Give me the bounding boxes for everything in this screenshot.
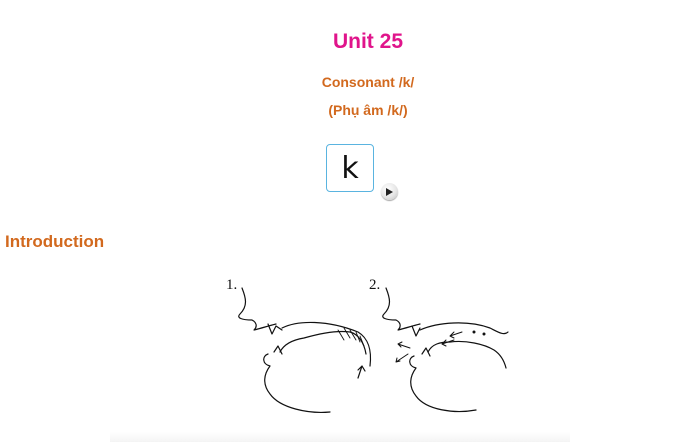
phoneme-symbol: k — [341, 150, 359, 186]
figure-2-mouth-diagram — [382, 287, 509, 413]
articulation-diagram — [238, 287, 509, 413]
figure-1-mouth-diagram — [238, 287, 372, 413]
play-icon — [386, 187, 393, 196]
introduction-heading: Introduction — [5, 232, 105, 251]
subtitle-english: Consonant /k/ — [321, 74, 415, 90]
phoneme-symbol-card: k — [326, 144, 374, 192]
lesson-page: Unit 25 Consonant /k/ (Phụ âm /k/) k Int… — [0, 0, 680, 442]
subtitle-vietnamese: (Phụ âm /k/) — [328, 102, 408, 118]
footer-divider — [110, 432, 570, 442]
play-audio-button[interactable] — [381, 183, 398, 200]
unit-title: Unit 25 — [332, 30, 403, 53]
